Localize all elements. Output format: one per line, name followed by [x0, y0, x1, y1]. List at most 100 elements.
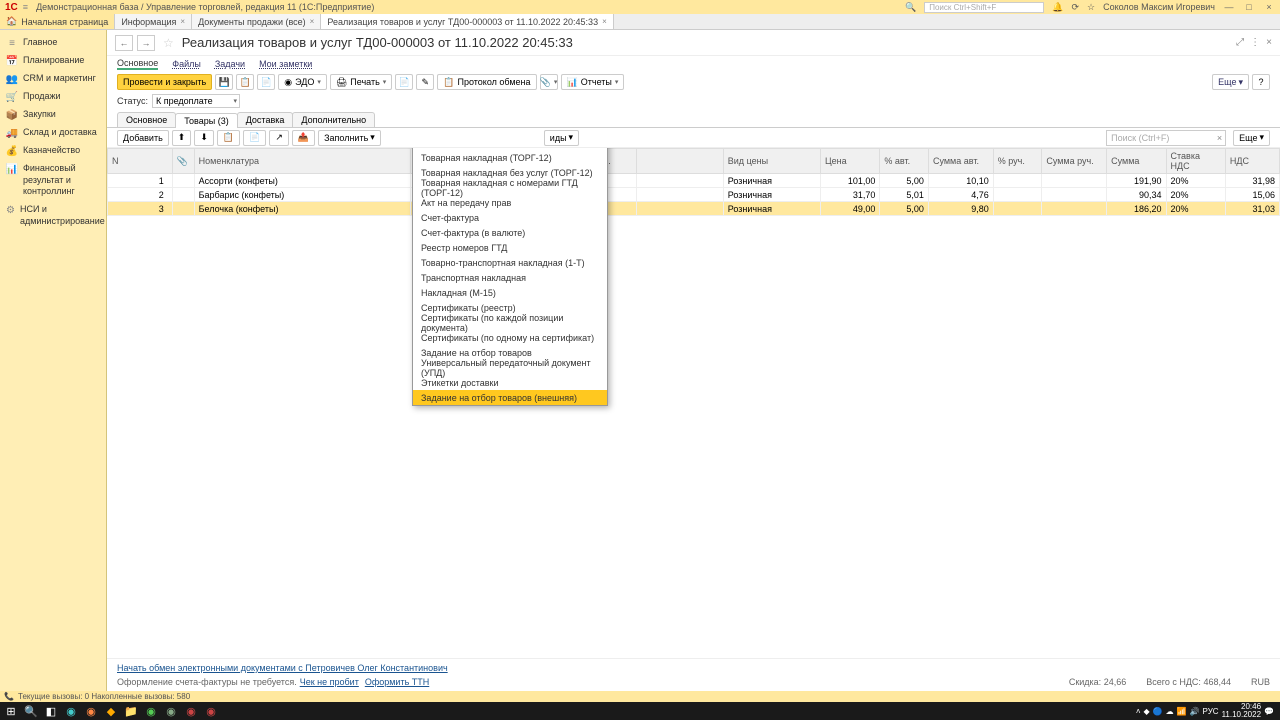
col-suma[interactable]: Сумма авт.: [928, 149, 993, 174]
tray-icon-2[interactable]: 🔵: [1153, 707, 1163, 716]
tab-realization[interactable]: Реализация товаров и услуг ТД00-000003 о…: [321, 14, 613, 29]
bell-icon[interactable]: 🔔: [1052, 2, 1063, 13]
table-cell[interactable]: 191,90: [1107, 174, 1166, 188]
subnav-main[interactable]: Основное: [117, 58, 158, 70]
col-vat[interactable]: НДС: [1225, 149, 1279, 174]
history-icon[interactable]: ⟳: [1071, 2, 1079, 13]
maximize-button[interactable]: □: [1243, 2, 1255, 12]
save-button[interactable]: 💾: [215, 74, 233, 90]
table-search-input[interactable]: Поиск (Ctrl+F): [1106, 130, 1226, 146]
table-cell[interactable]: 31,03: [1225, 202, 1279, 216]
post-close-button[interactable]: Провести и закрыть: [117, 74, 212, 90]
subnav-files[interactable]: Файлы: [172, 59, 201, 69]
table-cell[interactable]: 10,10: [928, 174, 993, 188]
close-icon[interactable]: ×: [180, 17, 185, 26]
tray-volume-icon[interactable]: 🔊: [1190, 707, 1200, 716]
favorite-icon[interactable]: ☆: [163, 36, 174, 50]
table-row[interactable]: 2Барбарис (конфеты)3,000кгРозничная31,70…: [108, 188, 1280, 202]
sidebar-item-treasury[interactable]: 💰Казначейство: [0, 142, 106, 160]
start-button[interactable]: ⊞: [2, 703, 20, 719]
status-combo[interactable]: К предоплате: [152, 94, 240, 108]
sidebar-item-finance[interactable]: 📊Финансовый результат и контроллинг: [0, 160, 106, 201]
minimize-button[interactable]: —: [1223, 2, 1235, 12]
dropdown-item[interactable]: Универсальный передаточный документ (УПД…: [413, 360, 607, 375]
table-cell[interactable]: 20%: [1166, 188, 1225, 202]
table-cell[interactable]: 20%: [1166, 202, 1225, 216]
more-icon[interactable]: ⋮: [1250, 37, 1260, 48]
copy-button[interactable]: 📋: [217, 130, 240, 146]
expand-icon[interactable]: ⤢: [1236, 37, 1244, 48]
table-cell[interactable]: [1042, 188, 1107, 202]
table-cell[interactable]: [1042, 174, 1107, 188]
col-icon[interactable]: 📎: [172, 149, 194, 174]
sidebar-item-main[interactable]: ≡Главное: [0, 34, 106, 52]
table-cell[interactable]: 4,76: [928, 188, 993, 202]
tab-docs[interactable]: Документы продажи (все)×: [192, 14, 321, 29]
inner-tab-goods[interactable]: Товары (3): [175, 113, 237, 128]
table-cell[interactable]: [637, 174, 723, 188]
tray-wifi-icon[interactable]: 📶: [1177, 707, 1187, 716]
star-icon[interactable]: ☆: [1087, 2, 1095, 13]
table-cell[interactable]: 101,00: [820, 174, 879, 188]
post-button[interactable]: 📋: [236, 74, 254, 90]
col-price[interactable]: Цена: [820, 149, 879, 174]
dropdown-item[interactable]: Счет-фактура (в валюте): [413, 225, 607, 240]
table-cell[interactable]: 49,00: [820, 202, 879, 216]
table-cell[interactable]: Барбарис (конфеты): [194, 188, 410, 202]
col-n[interactable]: N: [108, 149, 173, 174]
dropdown-item[interactable]: Реестр номеров ГТД: [413, 240, 607, 255]
reports-button[interactable]: 📊 Отчеты▾: [561, 74, 625, 90]
dropdown-item[interactable]: Накладная (М-15): [413, 285, 607, 300]
up-button[interactable]: ⬆: [172, 130, 192, 146]
search-task-icon[interactable]: 🔍: [22, 703, 40, 719]
dropdown-item[interactable]: Товарная накладная (ТОРГ-12): [413, 150, 607, 165]
table-cell[interactable]: 1: [108, 174, 173, 188]
forward-button[interactable]: →: [137, 35, 155, 51]
col-pctm[interactable]: % руч.: [993, 149, 1042, 174]
doc-button-3[interactable]: 📎▾: [540, 74, 558, 90]
inner-tab-extra[interactable]: Дополнительно: [292, 112, 375, 127]
down-button[interactable]: ⬇: [194, 130, 214, 146]
sidebar-item-purchases[interactable]: 📦Закупки: [0, 106, 106, 124]
table-row[interactable]: 3Белочка (конфеты)4,000кгРозничная49,005…: [108, 202, 1280, 216]
table-cell[interactable]: 186,20: [1107, 202, 1166, 216]
system-tray[interactable]: ˄ ◆ 🔵 ☁ 📶 🔊 РУС 20:46 11.10.2022 💬: [1136, 703, 1278, 719]
table-cell[interactable]: 3: [108, 202, 173, 216]
app-icon-3[interactable]: ◉: [162, 703, 180, 719]
table-cell[interactable]: Белочка (конфеты): [194, 202, 410, 216]
app-icon-4[interactable]: ◉: [182, 703, 200, 719]
dropdown-item[interactable]: Сертификаты (по каждой позиции документа…: [413, 315, 607, 330]
export-button[interactable]: 📤: [292, 130, 315, 146]
subnav-tasks[interactable]: Задачи: [215, 59, 245, 69]
check-link[interactable]: Чек не пробит: [300, 677, 359, 687]
col-pricetype[interactable]: Вид цены: [723, 149, 820, 174]
dropdown-item[interactable]: Транспортная накладная: [413, 270, 607, 285]
protocol-button[interactable]: 📋 Протокол обмена: [437, 74, 536, 90]
table-cell[interactable]: 5,00: [880, 174, 929, 188]
table-cell[interactable]: 2: [108, 188, 173, 202]
refresh-button[interactable]: 📄: [257, 74, 275, 90]
tray-chevron-icon[interactable]: ˄: [1136, 707, 1141, 716]
menu-icon[interactable]: ≡: [23, 2, 28, 12]
app-icon-5[interactable]: ◉: [202, 703, 220, 719]
table-cell[interactable]: [993, 174, 1042, 188]
table-cell[interactable]: [172, 174, 194, 188]
vidy-button[interactable]: иды ▾: [544, 130, 579, 146]
taskview-icon[interactable]: ◧: [42, 703, 60, 719]
ttn-link[interactable]: Оформить ТТН: [365, 677, 429, 687]
sidebar-item-sales[interactable]: 🛒Продажи: [0, 88, 106, 106]
table-row[interactable]: 1Ассорти (конфеты)2,000упакРозничная101,…: [108, 174, 1280, 188]
table-cell[interactable]: 5,00: [880, 202, 929, 216]
tab-home[interactable]: 🏠 Начальная страница: [0, 14, 115, 29]
tab-info[interactable]: Информация×: [115, 14, 192, 29]
table-cell[interactable]: [637, 202, 723, 216]
share-button[interactable]: ↗: [269, 130, 289, 146]
col-pcta[interactable]: % авт.: [880, 149, 929, 174]
close-doc-icon[interactable]: ×: [1266, 37, 1272, 48]
sidebar-item-admin[interactable]: ⚙НСИ и администрирование: [0, 201, 106, 230]
table-cell[interactable]: 9,80: [928, 202, 993, 216]
back-button[interactable]: ←: [115, 35, 133, 51]
edge-icon[interactable]: ◉: [62, 703, 80, 719]
table-cell[interactable]: 31,70: [820, 188, 879, 202]
table-cell[interactable]: Розничная: [723, 202, 820, 216]
